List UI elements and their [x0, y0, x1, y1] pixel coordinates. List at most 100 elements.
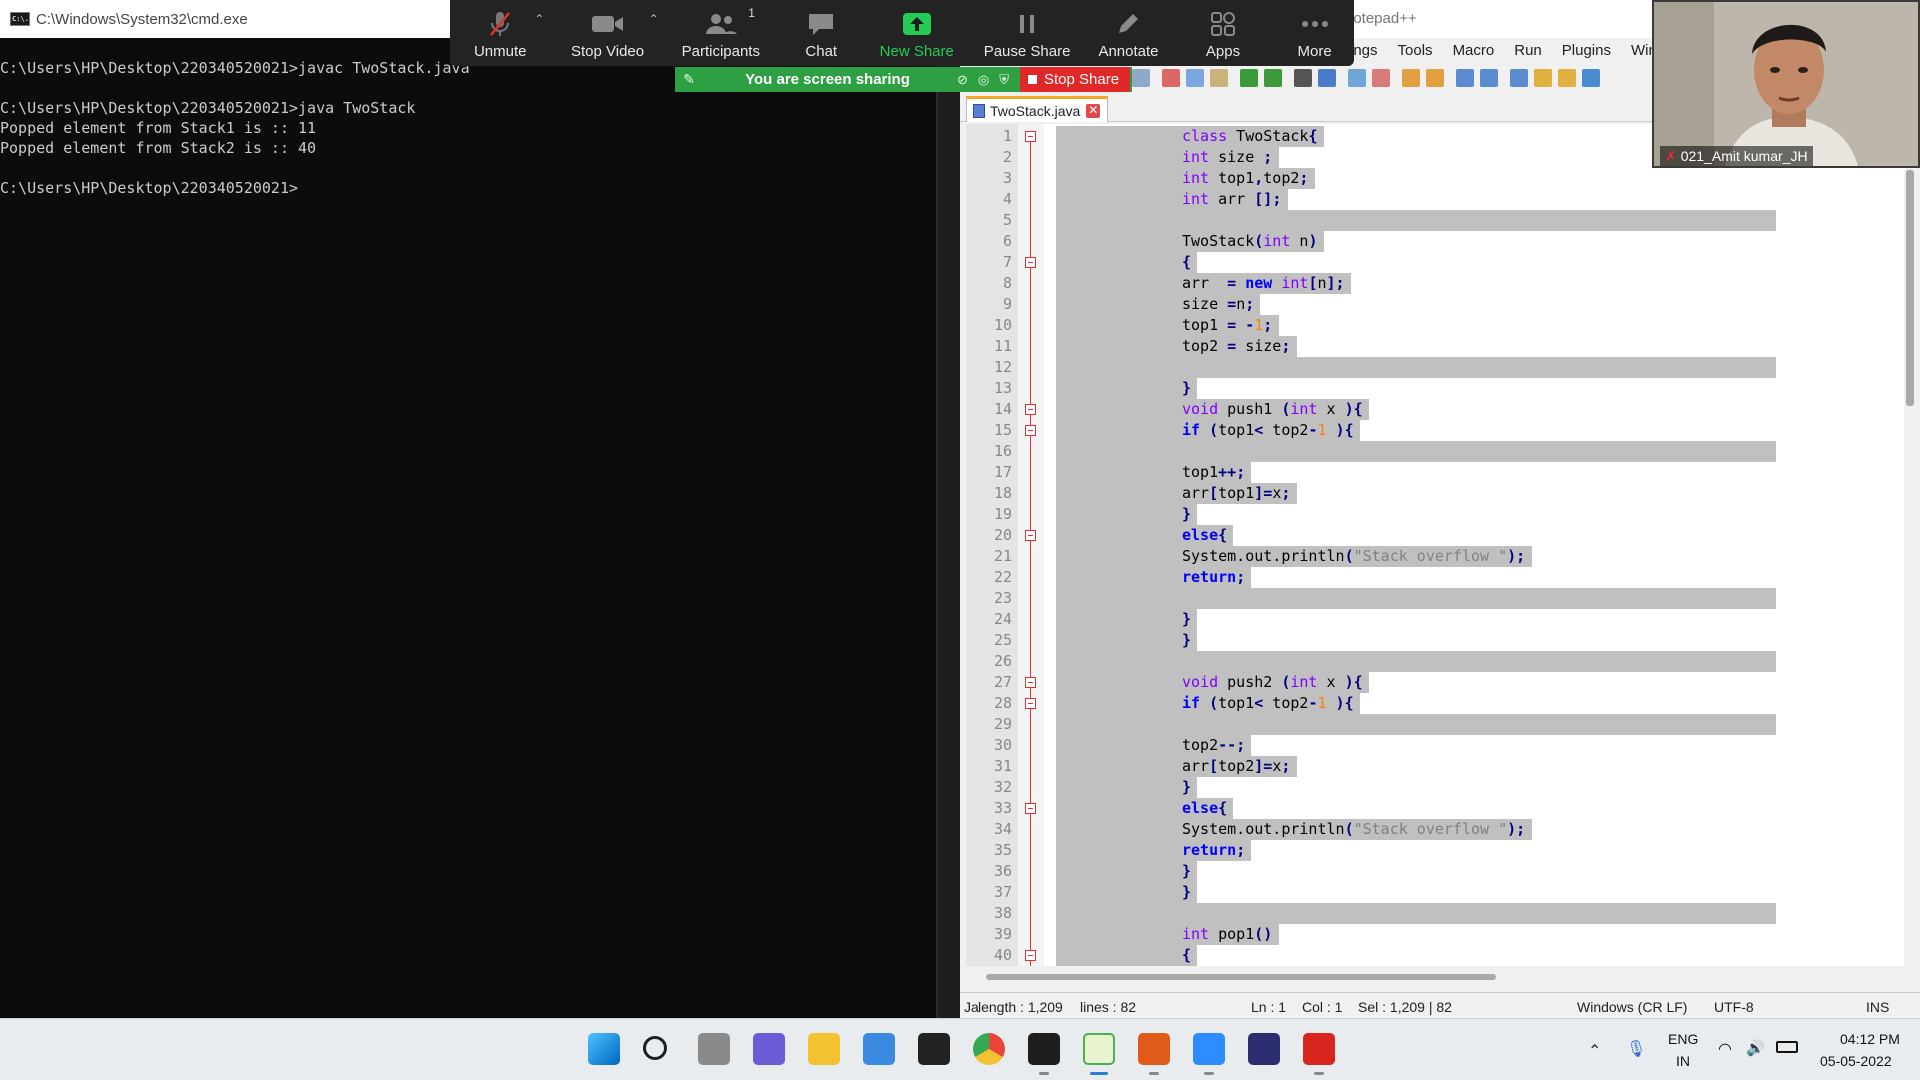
fold-toggle-icon[interactable] [1025, 803, 1036, 814]
copy-icon[interactable] [1186, 69, 1204, 87]
word-wrap-icon[interactable] [1456, 69, 1474, 87]
code-line[interactable]: top1 = -1; [1182, 315, 1272, 336]
code-line[interactable]: int top1,top2; [1182, 168, 1308, 189]
pin-icon[interactable]: ✎ [675, 71, 703, 88]
stop-video-button[interactable]: ⌃ Stop Video [550, 0, 664, 66]
code-line[interactable]: { [1182, 945, 1191, 966]
zoom-in-icon[interactable] [1348, 69, 1366, 87]
zoom-icon[interactable] [1193, 1033, 1225, 1065]
code-line[interactable]: } [1182, 504, 1191, 525]
redo-icon[interactable] [1264, 69, 1282, 87]
language-bottom[interactable]: IN [1676, 1053, 1690, 1069]
code-line[interactable]: top2--; [1182, 735, 1245, 756]
fold-toggle-icon[interactable] [1025, 131, 1036, 142]
print-icon[interactable] [1132, 69, 1150, 87]
code-line[interactable]: int size ; [1182, 147, 1272, 168]
search-icon[interactable] [643, 1036, 667, 1060]
replace-icon[interactable] [1318, 69, 1336, 87]
menu-tools[interactable]: Tools [1398, 38, 1433, 64]
code-line[interactable]: else{ [1182, 525, 1227, 546]
annotate-button[interactable]: Annotate [1086, 0, 1171, 66]
battery-icon[interactable] [1776, 1041, 1798, 1053]
code-line[interactable]: int pop1() [1182, 924, 1272, 945]
function-list-icon[interactable] [1558, 69, 1576, 87]
paste-icon[interactable] [1210, 69, 1228, 87]
acrobat-icon[interactable] [1303, 1033, 1335, 1065]
eclipse-icon[interactable] [1248, 1033, 1280, 1065]
chat-button[interactable]: Chat [777, 0, 866, 66]
chevron-down-icon[interactable]: ⌃ [534, 12, 544, 26]
show-all-chars-icon[interactable] [1480, 69, 1498, 87]
github-icon[interactable] [918, 1033, 950, 1065]
participants-button[interactable]: 1 Participants [665, 0, 777, 66]
tab-twostack-java[interactable]: TwoStack.java ✕ [966, 96, 1108, 122]
fold-toggle-icon[interactable] [1025, 257, 1036, 268]
code-line[interactable]: if (top1< top2-1 ){ [1182, 420, 1354, 441]
code-line[interactable]: System.out.println("Stack overflow "); [1182, 546, 1525, 567]
code-line[interactable]: void push2 (int x ){ [1182, 672, 1363, 693]
menu-macro[interactable]: Macro [1453, 38, 1495, 64]
language-top[interactable]: ENG [1668, 1031, 1698, 1047]
code-line[interactable]: } [1182, 630, 1191, 651]
code-line[interactable]: class TwoStack{ [1182, 126, 1317, 147]
code-line[interactable]: return; [1182, 840, 1245, 861]
microphone-icon[interactable]: 🎙 [1626, 1039, 1646, 1059]
code-line[interactable]: } [1182, 609, 1191, 630]
windows-start-icon[interactable] [588, 1033, 620, 1065]
terminal-icon[interactable] [1028, 1033, 1060, 1065]
fold-toggle-icon[interactable] [1025, 677, 1036, 688]
code-line[interactable]: void push1 (int x ){ [1182, 399, 1363, 420]
chevron-up-icon[interactable]: ⌃ [1588, 1041, 1601, 1061]
fold-toggle-icon[interactable] [1025, 950, 1036, 961]
folder-workspace-icon[interactable] [1582, 69, 1600, 87]
microsoft-store-icon[interactable] [863, 1033, 895, 1065]
fold-toggle-icon[interactable] [1025, 404, 1036, 415]
wifi-icon[interactable]: ◠ [1718, 1039, 1732, 1059]
teams-chat-icon[interactable] [753, 1033, 785, 1065]
code-line[interactable]: size =n; [1182, 294, 1254, 315]
pause-share-button[interactable]: Pause Share [968, 0, 1086, 66]
stop-share-button[interactable]: Stop Share [1020, 67, 1130, 92]
code-line[interactable]: } [1182, 882, 1191, 903]
status-encoding[interactable]: UTF-8 [1714, 999, 1754, 1015]
code-line[interactable]: arr = new int[n]; [1182, 273, 1345, 294]
cmd-window[interactable]: C:\. C:\Windows\System32\cmd.exe C:\User… [0, 0, 938, 1018]
webcam-video-tile[interactable]: ✗ 021_Amit kumar_JH [1652, 0, 1920, 168]
fold-toggle-icon[interactable] [1025, 425, 1036, 436]
fold-toggle-icon[interactable] [1025, 698, 1036, 709]
doc-map-icon[interactable] [1534, 69, 1552, 87]
new-share-button[interactable]: New Share [866, 0, 968, 66]
code-line[interactable]: int arr []; [1182, 189, 1281, 210]
menu-plugins[interactable]: Plugins [1562, 38, 1611, 64]
sync-vertical-icon[interactable] [1402, 69, 1420, 87]
close-tab-icon[interactable]: ✕ [1086, 103, 1101, 118]
code-line[interactable]: } [1182, 378, 1191, 399]
zoom-out-icon[interactable] [1372, 69, 1390, 87]
code-line[interactable]: } [1182, 861, 1191, 882]
volume-icon[interactable]: 🔊 [1746, 1039, 1765, 1057]
code-line[interactable]: { [1182, 252, 1191, 273]
code-line[interactable]: arr[top2]=x; [1182, 756, 1290, 777]
code-editor[interactable]: 1 class TwoStack{2 int size ; 3 int top1,top… [966, 124, 1906, 966]
chrome-icon[interactable] [973, 1033, 1005, 1065]
sync-horizontal-icon[interactable] [1426, 69, 1444, 87]
code-line[interactable]: return; [1182, 567, 1245, 588]
code-line[interactable]: else{ [1182, 798, 1227, 819]
fold-toggle-icon[interactable] [1025, 530, 1036, 541]
file-explorer-icon[interactable] [808, 1033, 840, 1065]
indent-guide-icon[interactable] [1510, 69, 1528, 87]
task-view-icon[interactable] [698, 1033, 730, 1065]
undo-icon[interactable] [1240, 69, 1258, 87]
app-2004-icon[interactable] [1138, 1033, 1170, 1065]
notepadpp-icon[interactable] [1083, 1033, 1115, 1065]
code-line[interactable]: System.out.println("Stack overflow "); [1182, 819, 1525, 840]
code-line[interactable]: top1++; [1182, 462, 1245, 483]
vertical-scroll-thumb[interactable] [1906, 170, 1914, 406]
cut-icon[interactable] [1162, 69, 1180, 87]
code-line[interactable]: TwoStack(int n) [1182, 231, 1317, 252]
menu-settings[interactable]: ings [1350, 38, 1378, 64]
apps-button[interactable]: Apps [1171, 0, 1275, 66]
clock-time[interactable]: 04:12 PM [1840, 1031, 1900, 1047]
horizontal-scroll-thumb[interactable] [986, 974, 1496, 980]
more-button[interactable]: More [1275, 0, 1354, 66]
